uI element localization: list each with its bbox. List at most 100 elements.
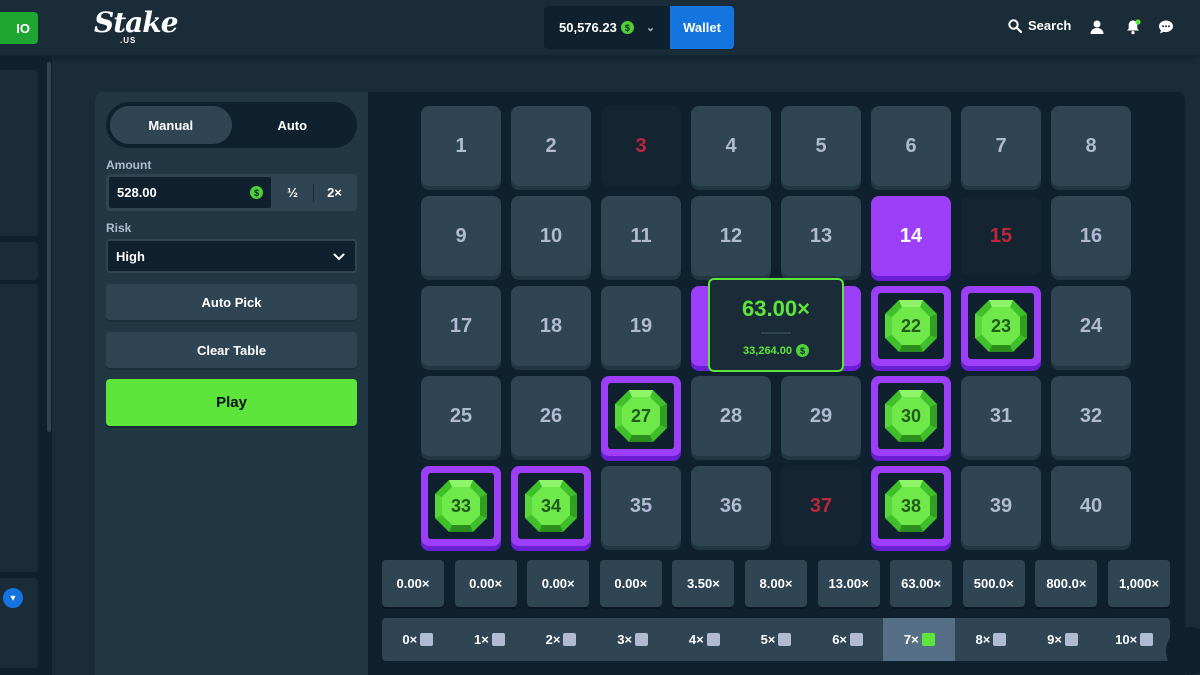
tile-number: 23 bbox=[990, 315, 1012, 336]
gem-square-icon bbox=[921, 633, 935, 646]
gem-tile-inner: 27 bbox=[608, 383, 674, 449]
keno-tile-18[interactable]: 18 bbox=[511, 286, 591, 366]
promo-button[interactable]: IO bbox=[0, 12, 38, 44]
keno-tile-26[interactable]: 26 bbox=[511, 376, 591, 456]
notifications-bell-icon[interactable] bbox=[1125, 19, 1141, 35]
gem-square-icon bbox=[563, 633, 577, 646]
keno-tile-5[interactable]: 5 bbox=[781, 106, 861, 186]
top-bar: IO Stake .US 50,576.23 $ ⌄ Wallet Search bbox=[0, 0, 1200, 56]
sidebar-card[interactable] bbox=[0, 70, 38, 236]
hit-count-cell: 1× bbox=[454, 618, 526, 661]
gem-square-icon bbox=[993, 633, 1007, 646]
search-icon bbox=[1008, 18, 1022, 33]
risk-label: Risk bbox=[106, 221, 132, 235]
win-amount: 33,264.00 bbox=[743, 344, 792, 357]
hit-count-cell: 6× bbox=[812, 618, 884, 661]
hit-count-cell: 5× bbox=[740, 618, 812, 661]
payout-multiplier: 1,000× bbox=[1108, 560, 1170, 607]
hit-count-cell: 9× bbox=[1027, 618, 1099, 661]
keno-tile-30[interactable]: 30 bbox=[871, 376, 951, 456]
keno-tile-7[interactable]: 7 bbox=[961, 106, 1041, 186]
auto-pick-button[interactable]: Auto Pick bbox=[106, 284, 357, 320]
hit-count-label: 4× bbox=[688, 632, 704, 647]
risk-select[interactable]: High bbox=[106, 239, 357, 273]
clear-table-button[interactable]: Clear Table bbox=[106, 332, 357, 368]
keno-tile-22[interactable]: 22 bbox=[871, 286, 951, 366]
keno-tile-32[interactable]: 32 bbox=[1051, 376, 1131, 456]
sidebar-scrollbar[interactable] bbox=[47, 62, 51, 432]
keno-tile-9[interactable]: 9 bbox=[421, 196, 501, 276]
keno-tile-16[interactable]: 16 bbox=[1051, 196, 1131, 276]
keno-tile-15[interactable]: 15 bbox=[961, 196, 1041, 276]
risk-value: High bbox=[116, 248, 145, 264]
keno-tile-8[interactable]: 8 bbox=[1051, 106, 1131, 186]
double-bet-button[interactable]: 2× bbox=[314, 176, 355, 209]
gem-square-icon bbox=[778, 633, 792, 646]
keno-tile-2[interactable]: 2 bbox=[511, 106, 591, 186]
keno-tile-25[interactable]: 25 bbox=[421, 376, 501, 456]
sidebar-card[interactable] bbox=[0, 242, 38, 280]
keno-tile-29[interactable]: 29 bbox=[781, 376, 861, 456]
bet-control-panel: Manual Auto Amount 528.00 $ ½ 2× Risk Hi… bbox=[95, 92, 368, 675]
keno-tile-34[interactable]: 34 bbox=[511, 466, 591, 546]
tile-number: 33 bbox=[450, 495, 472, 516]
stake-logo[interactable]: Stake bbox=[94, 6, 179, 39]
keno-tile-4[interactable]: 4 bbox=[691, 106, 771, 186]
keno-tile-31[interactable]: 31 bbox=[961, 376, 1041, 456]
gem-tile-inner: 38 bbox=[878, 473, 944, 539]
gem-square-icon bbox=[635, 633, 649, 646]
play-button[interactable]: Play bbox=[106, 379, 357, 426]
payout-multiplier: 63.00× bbox=[890, 560, 953, 607]
keno-tile-39[interactable]: 39 bbox=[961, 466, 1041, 546]
tab-manual[interactable]: Manual bbox=[110, 106, 232, 144]
bet-amount-input[interactable]: 528.00 $ bbox=[108, 176, 272, 209]
chat-icon[interactable] bbox=[1158, 19, 1174, 35]
keno-tile-12[interactable]: 12 bbox=[691, 196, 771, 276]
amount-label: Amount bbox=[106, 158, 152, 172]
left-sidebar: ▾ bbox=[0, 56, 52, 675]
gem-tile-inner: 33 bbox=[428, 473, 494, 539]
wallet-button[interactable]: Wallet bbox=[670, 6, 734, 49]
sidebar-card[interactable] bbox=[0, 284, 38, 572]
hit-count-cell: 4× bbox=[669, 618, 741, 661]
win-amount-row: 33,264.00 $ bbox=[743, 344, 809, 357]
tile-number: 34 bbox=[540, 495, 562, 516]
gem-tile-inner: 22 bbox=[878, 293, 944, 359]
keno-tile-14[interactable]: 14 bbox=[871, 196, 951, 276]
keno-tile-40[interactable]: 40 bbox=[1051, 466, 1131, 546]
keno-tile-11[interactable]: 11 bbox=[601, 196, 681, 276]
gem-square-icon bbox=[1140, 633, 1154, 646]
hit-count-cell: 8× bbox=[955, 618, 1027, 661]
keno-tile-33[interactable]: 33 bbox=[421, 466, 501, 546]
keno-tile-6[interactable]: 6 bbox=[871, 106, 951, 186]
keno-tile-19[interactable]: 19 bbox=[601, 286, 681, 366]
half-bet-button[interactable]: ½ bbox=[272, 176, 313, 209]
keno-tile-24[interactable]: 24 bbox=[1051, 286, 1131, 366]
balance-selector[interactable]: 50,576.23 $ ⌄ bbox=[544, 6, 670, 49]
keno-tile-3[interactable]: 3 bbox=[601, 106, 681, 186]
gem-tile-inner: 34 bbox=[518, 473, 584, 539]
keno-tile-13[interactable]: 13 bbox=[781, 196, 861, 276]
expand-chevron-icon[interactable]: ▾ bbox=[3, 588, 23, 608]
chevron-down-icon bbox=[333, 249, 345, 264]
user-icon[interactable] bbox=[1089, 19, 1105, 35]
keno-tile-17[interactable]: 17 bbox=[421, 286, 501, 366]
keno-tile-1[interactable]: 1 bbox=[421, 106, 501, 186]
search-button[interactable]: Search bbox=[1008, 18, 1071, 33]
keno-tile-38[interactable]: 38 bbox=[871, 466, 951, 546]
win-popup: 63.00× 33,264.00 $ bbox=[708, 278, 844, 372]
keno-tile-28[interactable]: 28 bbox=[691, 376, 771, 456]
hit-count-label: 3× bbox=[617, 632, 633, 647]
hit-count-label: 9× bbox=[1047, 632, 1062, 647]
gem-icon: 38 bbox=[882, 477, 940, 535]
keno-tile-10[interactable]: 10 bbox=[511, 196, 591, 276]
keno-tile-37[interactable]: 37 bbox=[781, 466, 861, 546]
keno-tile-23[interactable]: 23 bbox=[961, 286, 1041, 366]
keno-tile-36[interactable]: 36 bbox=[691, 466, 771, 546]
payout-multiplier: 8.00× bbox=[745, 560, 807, 607]
keno-tile-27[interactable]: 27 bbox=[601, 376, 681, 456]
tab-auto[interactable]: Auto bbox=[232, 106, 354, 144]
tile-number: 30 bbox=[900, 405, 922, 426]
hit-count-label: 8× bbox=[975, 632, 991, 647]
keno-tile-35[interactable]: 35 bbox=[601, 466, 681, 546]
